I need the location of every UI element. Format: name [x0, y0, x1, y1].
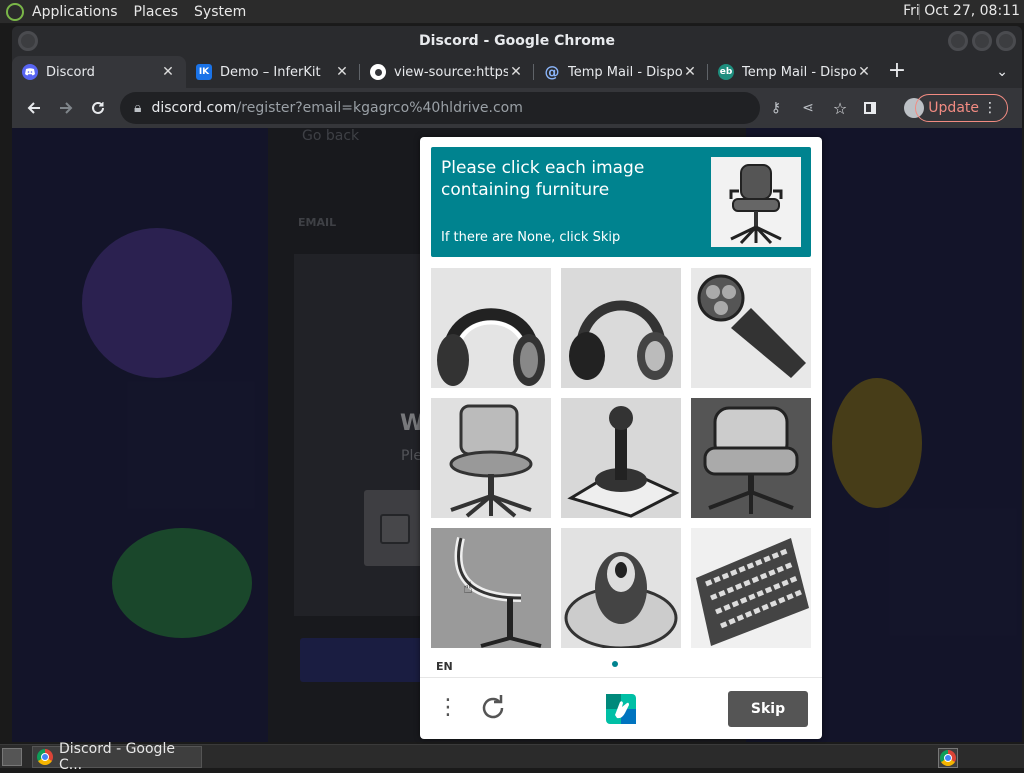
browser-toolbar: 🔒︎ discord.com/register?email=kgagrco%40…: [12, 88, 1022, 128]
close-tab-icon[interactable]: ✕: [334, 64, 350, 80]
tab-temp-mail-2[interactable]: eb Temp Mail - Dispos ✕: [708, 56, 882, 88]
url-path: /register?email=kgagrco%40hldrive.com: [236, 100, 523, 116]
omnibox-actions: ⚷ ⋖ ☆: [760, 92, 876, 124]
reload-icon: [92, 101, 104, 114]
chrome-icon: [37, 749, 53, 765]
close-tab-icon[interactable]: ✕: [508, 64, 524, 80]
challenge-prompt-banner: Please click each image containing furni…: [431, 147, 811, 257]
tab-label: Temp Mail - Dispos: [742, 64, 856, 80]
close-window-button[interactable]: [996, 31, 1016, 51]
challenge-menu-icon[interactable]: ⋮: [436, 694, 460, 724]
tab-discord[interactable]: Discord ✕: [12, 56, 186, 88]
taskbar-item-chrome[interactable]: Discord - Google C...: [32, 741, 202, 773]
at-icon: @: [544, 63, 560, 81]
tab-view-source[interactable]: view-source:https: ✕: [360, 56, 534, 88]
tab-label: view-source:https:: [394, 64, 508, 80]
hcaptcha-logo-icon[interactable]: [603, 691, 639, 727]
window-title: Discord - Google Chrome: [419, 33, 615, 49]
address-bar[interactable]: 🔒︎ discord.com/register?email=kgagrco%40…: [120, 92, 760, 124]
forward-arrow-icon: [60, 102, 73, 114]
taskbar-item-label: Discord - Google C...: [59, 741, 175, 773]
chromium-icon: [370, 64, 386, 80]
window-menu-button[interactable]: [18, 31, 38, 51]
challenge-tile-7[interactable]: ☝: [431, 528, 551, 648]
challenge-sub-prompt: If there are None, click Skip: [441, 230, 621, 245]
side-panel-icon[interactable]: [864, 102, 876, 114]
distro-logo-icon[interactable]: [6, 2, 24, 21]
tab-label: Temp Mail - Dispos: [568, 64, 682, 80]
challenge-tile-6[interactable]: [691, 398, 811, 518]
challenge-page-indicator: [612, 661, 618, 667]
challenge-tile-1[interactable]: [431, 268, 551, 388]
tab-inferkit[interactable]: IK Demo – InferKit ✕: [186, 56, 360, 88]
tray-chrome-icon[interactable]: [938, 748, 958, 768]
maximize-button[interactable]: [972, 31, 992, 51]
kebab-menu-icon[interactable]: ⋮: [983, 95, 997, 121]
tab-label: Demo – InferKit: [220, 64, 321, 80]
top-panel: Applications Places System Fri Oct 27, 0…: [0, 0, 1024, 24]
chrome-icon: [940, 750, 956, 766]
tab-strip: Discord ✕ IK Demo – InferKit ✕ view-sour…: [12, 56, 1022, 88]
hcaptcha-challenge-dialog: Please click each image containing furni…: [420, 137, 822, 739]
forward-button[interactable]: [50, 92, 82, 124]
new-tab-button[interactable]: +: [882, 56, 912, 88]
challenge-tile-3[interactable]: [691, 268, 811, 388]
mouse-cursor-hand-icon: ☝: [463, 578, 473, 597]
language-selector[interactable]: EN: [436, 660, 453, 673]
tab-temp-mail-1[interactable]: @ Temp Mail - Dispos ✕: [534, 56, 708, 88]
show-desktop-icon[interactable]: [2, 748, 22, 766]
key-icon[interactable]: ⚷: [760, 100, 792, 116]
url-host: discord.com: [151, 100, 237, 116]
refresh-challenge-button[interactable]: [478, 692, 508, 724]
close-tab-icon[interactable]: ✕: [856, 64, 872, 80]
applications-menu[interactable]: Applications: [32, 4, 118, 20]
challenge-tile-8[interactable]: [561, 528, 681, 648]
challenge-prompt-text: Please click each image containing furni…: [441, 158, 645, 200]
challenge-tile-2[interactable]: [561, 268, 681, 388]
example-image-office-chair: [711, 157, 801, 247]
lock-icon[interactable]: 🔒︎: [134, 100, 141, 116]
back-button[interactable]: [18, 92, 50, 124]
tempmail-icon: eb: [718, 64, 734, 80]
challenge-footer: ⋮ Skip: [420, 677, 822, 739]
skip-button[interactable]: Skip: [728, 691, 808, 727]
inferkit-icon: IK: [196, 64, 212, 80]
update-label: Update: [928, 100, 979, 116]
tab-label: Discord: [46, 64, 95, 80]
refresh-icon: [482, 695, 504, 719]
back-arrow-icon: [27, 102, 40, 114]
challenge-tile-4[interactable]: [431, 398, 551, 518]
share-icon[interactable]: ⋖: [792, 100, 824, 116]
places-menu[interactable]: Places: [134, 4, 179, 20]
reload-button[interactable]: [82, 92, 114, 124]
close-tab-icon[interactable]: ✕: [682, 64, 698, 80]
challenge-tile-9[interactable]: [691, 528, 811, 648]
tab-search-chevron-icon[interactable]: ⌄: [996, 64, 1008, 80]
bookmark-star-icon[interactable]: ☆: [824, 99, 856, 118]
discord-icon: [22, 64, 38, 80]
close-tab-icon[interactable]: ✕: [160, 64, 176, 80]
window-titlebar[interactable]: Discord - Google Chrome: [12, 26, 1022, 56]
update-button[interactable]: Update ⋮: [915, 94, 1008, 122]
challenge-tile-5[interactable]: [561, 398, 681, 518]
bottom-taskbar: Discord - Google C...: [0, 741, 1024, 773]
system-menu[interactable]: System: [194, 4, 246, 20]
minimize-button[interactable]: [948, 31, 968, 51]
panel-clock[interactable]: Fri Oct 27, 08:11: [903, 3, 1020, 19]
